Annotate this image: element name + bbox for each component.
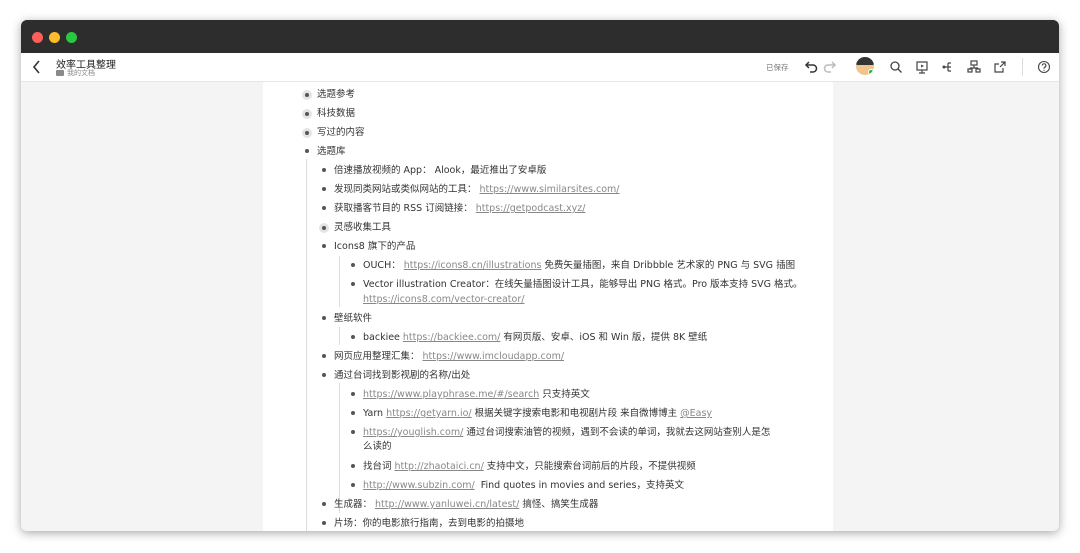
backiee-link[interactable]: https://backiee.com/ [403, 331, 500, 344]
bullet[interactable] [322, 521, 326, 525]
bullet[interactable] [322, 168, 326, 172]
close-window-button[interactable] [32, 32, 43, 43]
bullet[interactable] [351, 464, 355, 468]
similarsites-link[interactable]: https://www.similarsites.com/ [480, 183, 620, 196]
folder-icon [56, 70, 64, 76]
present-icon[interactable] [914, 59, 930, 75]
structure-icon[interactable] [966, 59, 982, 75]
vector-creator-link[interactable]: https://icons8.com/vector-creator/ [363, 293, 524, 306]
bullet[interactable] [351, 430, 355, 434]
window-titlebar [21, 20, 1059, 53]
avatar[interactable] [856, 57, 874, 75]
app-window: 效率工具整理 我的文档 已保存 选题参考 科技数据 写过的内容 选题库 倍速播放… [21, 20, 1059, 531]
minimize-window-button[interactable] [49, 32, 60, 43]
editor-area: 选题参考 科技数据 写过的内容 选题库 倍速播放视频的 App： Alook，最… [21, 82, 1059, 531]
outline-item[interactable]: https://youglish.com/ 通过台词搜索油管的视频，遇到不会读的… [360, 426, 770, 439]
outline-guide-l2 [339, 383, 340, 513]
getyarn-link[interactable]: https://getyarn.io/ [386, 407, 472, 420]
maximize-window-button[interactable] [66, 32, 77, 43]
outline-item[interactable]: 发现同类网站或类似网站的工具： https://www.similarsites… [334, 183, 623, 196]
playphrase-link[interactable]: https://www.playphrase.me/#/search [363, 388, 539, 401]
outline-item[interactable]: OUCH： https://icons8.cn/illustrations 免费… [351, 259, 795, 272]
breadcrumb[interactable]: 我的文档 [56, 68, 95, 78]
bullet[interactable] [322, 244, 326, 248]
bullet[interactable] [322, 316, 326, 320]
icons8-illustrations-link[interactable]: https://icons8.cn/illustrations [404, 259, 542, 272]
outline-item[interactable]: 片场：你的电影旅行指南，去到电影的拍摄地 [334, 517, 524, 530]
outline-item[interactable]: https://www.playphrase.me/#/search 只支持英文 [360, 388, 590, 401]
toolbar: 效率工具整理 我的文档 已保存 [21, 53, 1059, 82]
outline-guide-l2 [339, 327, 340, 345]
outline-item[interactable]: 找台词 http://zhaotaici.cn/ 支持中文，只能搜索台词前后的片… [363, 460, 696, 473]
outline-item[interactable]: 倍速播放视频的 App： Alook，最近推出了安卓版 [334, 164, 546, 177]
bullet[interactable] [305, 149, 309, 153]
bullet[interactable] [322, 502, 326, 506]
outline-item[interactable]: Vector illustration Creator：在线矢量插图设计工具，能… [363, 278, 803, 291]
outline-item[interactable]: 选题库 [317, 145, 346, 158]
help-icon[interactable] [1036, 59, 1052, 75]
outline-item[interactable]: 壁纸软件 [334, 312, 372, 325]
outline-item[interactable]: http://www.subzin.com/ Find quotes in mo… [360, 479, 684, 492]
bullet[interactable] [322, 373, 326, 377]
outline-item[interactable]: 科技数据 [317, 107, 355, 120]
outline-item[interactable]: Icons8 旗下的产品 [334, 240, 415, 253]
outline-item[interactable]: backiee https://backiee.com/ 有网页版、安卓、iOS… [363, 331, 707, 344]
search-icon[interactable] [888, 59, 904, 75]
save-status: 已保存 [766, 63, 789, 72]
outline-item[interactable]: Yarn https://getyarn.io/ 根据关键字搜索电影和电视剧片段… [363, 407, 712, 420]
bullet[interactable] [351, 411, 355, 415]
outline-guide-l2 [339, 256, 340, 307]
share-icon[interactable] [992, 59, 1008, 75]
breadcrumb-label: 我的文档 [67, 69, 95, 77]
outline-item[interactable]: 选题参考 [317, 88, 355, 101]
bullet[interactable] [351, 335, 355, 339]
collapsed-bullet[interactable] [302, 128, 312, 138]
yanluwei-link[interactable]: http://www.yanluwei.cn/latest/ [375, 498, 519, 511]
bullet[interactable] [322, 187, 326, 191]
collapsed-bullet[interactable] [302, 90, 312, 100]
online-status-dot [868, 69, 874, 75]
imcloudapp-link[interactable]: https://www.imcloudapp.com/ [423, 350, 565, 363]
outline-item[interactable]: 灵感收集工具 [334, 221, 391, 234]
outline-item[interactable]: 写过的内容 [317, 126, 365, 139]
subzin-link[interactable]: http://www.subzin.com/ [363, 479, 475, 492]
outline-guide-l1 [306, 159, 307, 531]
redo-icon[interactable] [822, 59, 838, 75]
zhaotaici-link[interactable]: http://zhaotaici.cn/ [395, 460, 484, 473]
bullet[interactable] [351, 392, 355, 396]
outline-item[interactable]: 网页应用整理汇集： https://www.imcloudapp.com/ [334, 350, 567, 363]
youglish-link[interactable]: https://youglish.com/ [363, 426, 463, 439]
outline-item-continuation: https://icons8.com/vector-creator/ [360, 293, 527, 306]
undo-icon[interactable] [803, 59, 819, 75]
bullet[interactable] [351, 483, 355, 487]
toolbar-divider [1022, 58, 1023, 76]
outline-item[interactable]: 通过台词找到影视剧的名称/出处 [334, 369, 470, 382]
getpodcast-link[interactable]: https://getpodcast.xyz/ [476, 202, 586, 215]
bullet[interactable] [322, 206, 326, 210]
outline-item-continuation: 么读的 [363, 441, 392, 452]
collapsed-bullet[interactable] [302, 109, 312, 119]
outline-item[interactable]: 获取播客节目的 RSS 订阅链接： https://getpodcast.xyz… [334, 202, 588, 215]
bullet[interactable] [322, 354, 326, 358]
chevron-left-icon[interactable] [29, 58, 45, 76]
bullet[interactable] [351, 282, 355, 286]
weibo-handle-link[interactable]: @Easy [680, 407, 712, 420]
outline-item[interactable]: 生成器： http://www.yanluwei.cn/latest/ 搞怪、搞… [334, 498, 598, 511]
collapsed-bullet[interactable] [319, 223, 329, 233]
mindmap-icon[interactable] [940, 59, 956, 75]
document-canvas: 选题参考 科技数据 写过的内容 选题库 倍速播放视频的 App： Alook，最… [263, 82, 833, 531]
